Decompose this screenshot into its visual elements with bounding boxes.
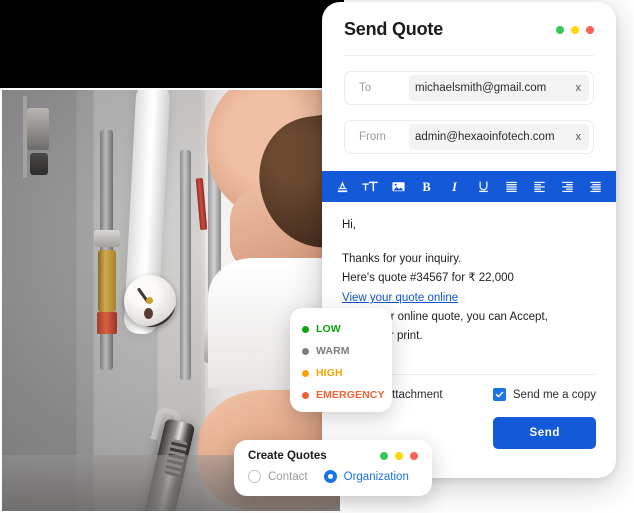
- organization-radio[interactable]: [323, 470, 337, 483]
- contact-radio[interactable]: [248, 470, 261, 483]
- priority-option-warm[interactable]: WARM: [290, 340, 392, 362]
- font-size-icon[interactable]: [360, 177, 380, 197]
- to-field[interactable]: To michaelsmith@gmail.com x: [344, 71, 594, 105]
- pipe-middle: [180, 150, 191, 380]
- create-quotes-card: Create Quotes Contact Organization: [234, 440, 432, 496]
- text-color-icon[interactable]: [332, 177, 352, 197]
- from-sender-chip[interactable]: admin@hexaoinfotech.com x: [409, 124, 589, 150]
- organization-label: Organization: [343, 470, 409, 483]
- maximize-dot[interactable]: [395, 452, 403, 460]
- wall-valve-box-small: [30, 153, 48, 175]
- priority-dropdown: LOW WARM HIGH EMERGENCY: [290, 308, 392, 412]
- to-recipient-chip[interactable]: michaelsmith@gmail.com x: [409, 75, 589, 101]
- priority-label-high: HIGH: [316, 367, 343, 379]
- page-title: Send Quote: [344, 19, 444, 39]
- radio-option-organization[interactable]: Organization: [323, 470, 409, 483]
- send-copy-option[interactable]: Send me a copy: [492, 388, 596, 401]
- italic-icon[interactable]: I: [445, 177, 465, 197]
- insert-image-icon[interactable]: [388, 177, 408, 197]
- pipe-red-segment: [195, 177, 208, 231]
- send-button[interactable]: Send: [493, 417, 596, 449]
- from-field-label: From: [359, 131, 386, 143]
- priority-option-high[interactable]: HIGH: [290, 362, 392, 384]
- formatting-toolbar: B I: [322, 171, 616, 202]
- pressure-gauge-port: [144, 308, 153, 319]
- window-controls: [556, 25, 594, 34]
- priority-option-emergency[interactable]: EMERGENCY: [290, 384, 392, 406]
- send-copy-label: Send me a copy: [512, 388, 596, 401]
- bold-icon[interactable]: B: [417, 177, 437, 197]
- body-line-2: Here's quote #34567 for ₹ 22,000: [342, 272, 514, 284]
- pressure-gauge-marker: [146, 297, 153, 304]
- create-quotes-options: Contact Organization: [248, 470, 418, 483]
- header-divider: [344, 55, 594, 56]
- priority-label-emergency: EMERGENCY: [316, 389, 385, 401]
- send-quote-header: Send Quote: [322, 2, 616, 40]
- brass-fitting: [98, 250, 116, 312]
- brass-fitting-lower: [97, 312, 117, 334]
- from-sender-email: admin@hexaoinfotech.com: [415, 131, 555, 143]
- remove-sender-icon[interactable]: x: [570, 131, 582, 143]
- priority-dot-low: [302, 325, 309, 333]
- priority-dot-emergency: [302, 391, 309, 399]
- to-field-label: To: [359, 82, 372, 94]
- priority-option-low[interactable]: LOW: [290, 318, 392, 340]
- video-bezel: [0, 0, 344, 90]
- maximize-dot[interactable]: [571, 25, 579, 34]
- create-quotes-header: Create Quotes: [248, 450, 418, 462]
- create-quotes-window-controls: [380, 452, 418, 460]
- minimize-dot[interactable]: [380, 452, 388, 460]
- pipe-coupler-upper: [94, 230, 120, 247]
- send-copy-checkbox[interactable]: [492, 388, 506, 401]
- body-line-1: Thanks for your inquiry.: [342, 253, 462, 265]
- create-quotes-title: Create Quotes: [248, 450, 327, 462]
- underline-icon[interactable]: [473, 177, 493, 197]
- wall-valve-box: [27, 108, 49, 150]
- svg-text:B: B: [423, 180, 431, 194]
- view-quote-online-link[interactable]: View your quote online: [342, 289, 458, 308]
- minimize-dot[interactable]: [556, 25, 564, 34]
- body-greeting: Hi,: [342, 219, 357, 231]
- align-justify-icon[interactable]: [501, 177, 521, 197]
- close-dot[interactable]: [410, 452, 418, 460]
- priority-label-warm: WARM: [316, 345, 350, 357]
- to-recipient-email: michaelsmith@gmail.com: [415, 82, 547, 94]
- contact-label: Contact: [268, 470, 308, 483]
- screenshot-root: Send Quote To michaelsmith@gmail.com x F…: [0, 0, 634, 513]
- svg-text:I: I: [452, 180, 459, 194]
- align-center-icon[interactable]: [586, 177, 606, 197]
- from-field[interactable]: From admin@hexaoinfotech.com x: [344, 120, 594, 154]
- remove-recipient-icon[interactable]: x: [570, 82, 582, 94]
- align-left-icon[interactable]: [530, 177, 550, 197]
- priority-label-low: LOW: [316, 323, 341, 335]
- priority-dot-warm: [302, 347, 309, 355]
- align-right-icon[interactable]: [558, 177, 578, 197]
- close-dot[interactable]: [586, 25, 594, 34]
- priority-dot-high: [302, 369, 309, 377]
- radio-option-contact[interactable]: Contact: [248, 470, 308, 483]
